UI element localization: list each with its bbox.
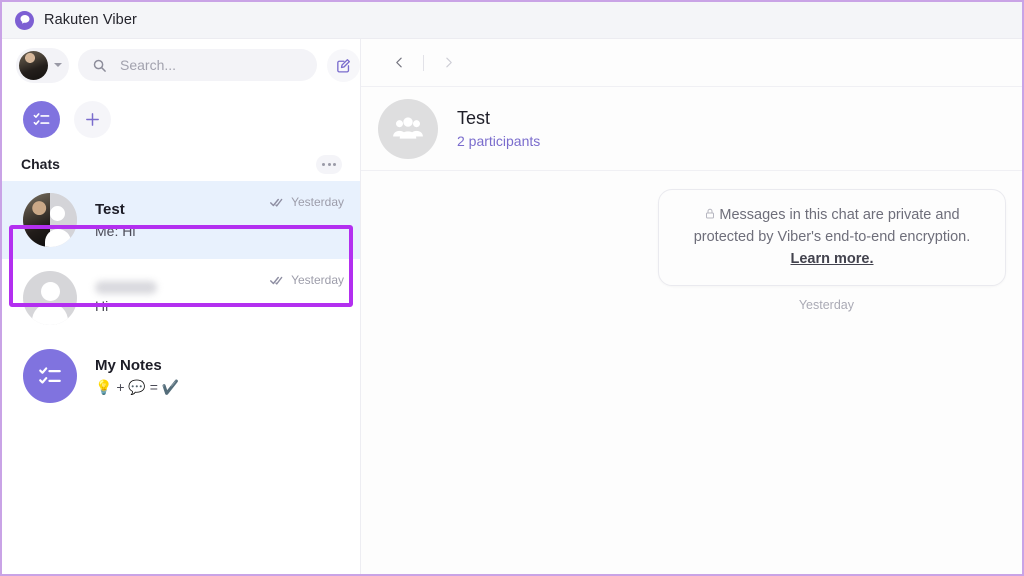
chat-item-time: Yesterday xyxy=(291,273,344,287)
ellipsis-icon xyxy=(322,162,325,166)
forward-button[interactable] xyxy=(432,47,464,79)
plus-icon xyxy=(86,112,99,126)
checklist-icon xyxy=(33,112,50,125)
chat-item-title: Test xyxy=(95,201,125,218)
participants-count[interactable]: 2 participants xyxy=(457,132,540,150)
checklist-icon xyxy=(39,367,61,384)
double-check-icon xyxy=(270,198,283,207)
search-input[interactable] xyxy=(118,56,303,74)
sidebar-top-bar xyxy=(2,39,360,91)
viber-window: Rakuten Viber Search... Chats Test Me: H… xyxy=(0,0,1024,576)
nav-divider xyxy=(423,54,424,71)
conversation-nav-bar xyxy=(361,39,1022,87)
chat-item-title: My Notes xyxy=(95,357,162,374)
chat-item-text: My Notes 💡 + 💬 = ✔️ xyxy=(95,356,344,396)
back-button[interactable] xyxy=(383,47,415,79)
chats-more-button[interactable] xyxy=(316,154,342,174)
chevron-right-icon xyxy=(445,57,452,68)
encryption-notice-text: Messages in this chat are private and pr… xyxy=(693,207,971,245)
title-bar: Rakuten Viber xyxy=(2,2,1022,39)
chevron-down-icon xyxy=(54,63,62,67)
conversation-pane: Test 2 participants Messages in this cha… xyxy=(361,39,1022,574)
window-title: Rakuten Viber xyxy=(44,12,137,28)
day-divider: Yesterday xyxy=(798,298,854,312)
learn-more-link[interactable]: Learn more. xyxy=(791,251,874,267)
group-icon xyxy=(393,116,423,139)
sidebar: Chats xyxy=(2,39,361,574)
chat-list-item-test[interactable]: Test Me: Hi Yesterday xyxy=(2,181,360,259)
chat-list-item-my-notes[interactable]: My Notes 💡 + 💬 = ✔️ xyxy=(2,337,360,415)
search-icon xyxy=(93,59,106,72)
chat-item-meta: Yesterday xyxy=(270,195,344,209)
chat-item-text: Hi xyxy=(95,281,270,315)
chat-item-text: Test Me: Hi xyxy=(95,200,270,240)
chat-list-item-redacted[interactable]: Hi Yesterday xyxy=(2,259,360,337)
lock-icon xyxy=(706,208,715,219)
compose-message-button[interactable] xyxy=(327,48,360,82)
chat-list: Test Me: Hi Yesterday Hi Yesterday My No… xyxy=(2,181,360,574)
encryption-notice: Messages in this chat are private and pr… xyxy=(658,189,1006,286)
messages-area: Messages in this chat are private and pr… xyxy=(361,171,1022,574)
chat-item-preview: Hi xyxy=(95,298,109,314)
double-check-icon xyxy=(270,276,283,285)
avatar xyxy=(19,50,48,80)
my-notes-shortcut-button[interactable] xyxy=(23,100,60,138)
new-chat-button[interactable] xyxy=(74,100,111,138)
avatar xyxy=(23,193,77,247)
group-avatar xyxy=(378,98,438,159)
chats-section-header: Chats xyxy=(2,147,360,181)
chat-item-time: Yesterday xyxy=(291,195,344,209)
conversation-title: Test xyxy=(457,108,491,128)
search-box[interactable] xyxy=(78,49,317,81)
chats-title: Chats xyxy=(21,156,60,172)
ellipsis-icon xyxy=(333,162,336,166)
avatar xyxy=(23,271,77,325)
viber-logo-icon xyxy=(15,10,34,30)
avatar xyxy=(23,349,77,403)
chat-item-preview: Me: Hi xyxy=(95,223,136,239)
quick-actions-row xyxy=(2,91,360,147)
ellipsis-icon xyxy=(327,162,331,166)
chevron-left-icon xyxy=(395,57,402,68)
main-split: Chats xyxy=(2,39,1022,574)
conversation-title-block: Test 2 participants xyxy=(457,107,540,150)
compose-message-icon xyxy=(337,58,350,73)
chat-item-title-redacted xyxy=(95,281,157,294)
chat-item-meta: Yesterday xyxy=(270,273,344,287)
chat-item-preview: 💡 + 💬 = ✔️ xyxy=(95,379,180,395)
account-button[interactable] xyxy=(16,47,69,83)
conversation-header[interactable]: Test 2 participants xyxy=(361,87,1022,171)
